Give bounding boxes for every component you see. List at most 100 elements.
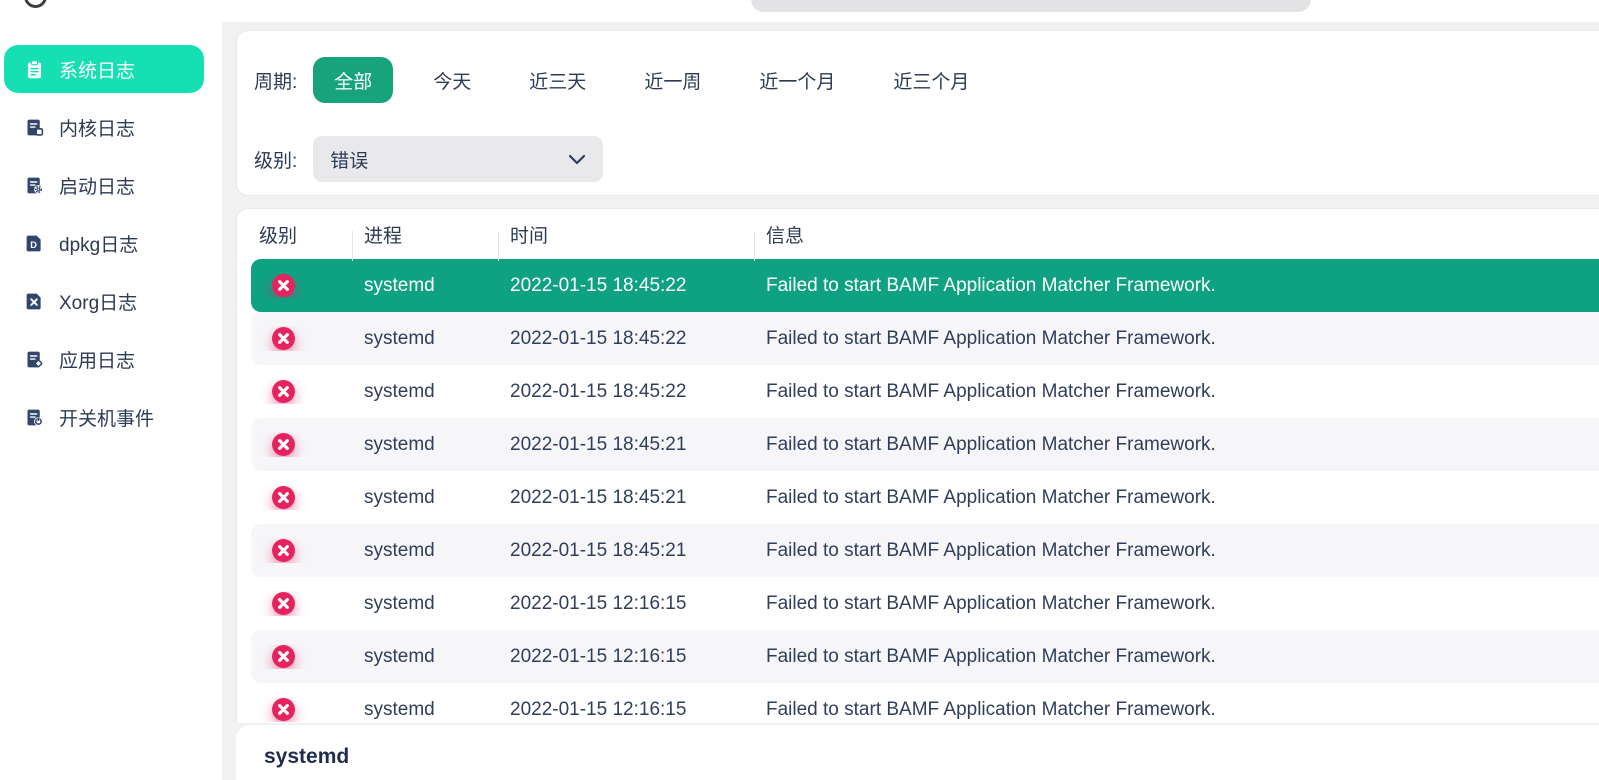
error-x-circle-icon [272,380,295,403]
row-level-cell [251,432,352,457]
level-label: 级别: [254,150,298,172]
error-x-circle-icon [272,645,295,668]
svg-text:D: D [30,240,37,250]
main-content: 周期: 全部 今天 近三天 近一周 近一个月 近三个月 级别: 错误 级别 进程… [236,0,1599,780]
column-header-process: 进程 [352,221,498,261]
sidebar-item-xorg-log[interactable]: Xorg日志 [4,277,204,325]
row-level-cell [251,273,352,298]
sidebar-item-power-events[interactable]: 开关机事件 [4,393,204,441]
error-x-circle-icon [272,486,295,509]
sidebar-item-dpkg-log[interactable]: D dpkg日志 [4,219,204,267]
row-time-cell: 2022-01-15 12:16:15 [510,592,687,614]
kernel-log-icon [27,119,44,136]
power-event-icon [27,409,43,426]
row-level-cell [251,379,352,404]
log-table-row[interactable]: systemd 2022-01-15 12:16:15 Failed to st… [251,577,1599,630]
column-header-message: 信息 [754,221,1599,261]
search-input[interactable] [751,0,1311,12]
row-process-cell: systemd [364,380,435,402]
row-time-cell: 2022-01-15 18:45:22 [510,274,687,296]
row-message-cell: Failed to start BAMF Application Matcher… [766,327,1216,349]
detail-process-name: systemd [264,745,350,768]
row-process-cell: systemd [364,274,435,296]
filter-panel: 周期: 全部 今天 近三天 近一周 近一个月 近三个月 级别: 错误 [236,30,1599,196]
detail-panel: systemd [236,725,1599,780]
period-3days-button[interactable]: 近三天 [529,67,586,94]
column-header-level: 级别 [259,225,298,247]
boot-log-icon [27,177,43,194]
xorg-log-icon [26,293,41,309]
period-1week-button[interactable]: 近一周 [644,67,701,94]
titlebar [0,0,1599,22]
chevron-down-icon [569,154,586,164]
log-table-row[interactable]: systemd 2022-01-15 18:45:21 Failed to st… [251,418,1599,471]
column-header-time: 时间 [498,221,754,261]
row-time-cell: 2022-01-15 18:45:21 [510,486,687,508]
row-time-cell: 2022-01-15 18:45:22 [510,380,687,402]
row-time-cell: 2022-01-15 18:45:21 [510,539,687,561]
row-time-cell: 2022-01-15 18:45:21 [510,433,687,455]
app-log-icon [27,351,43,367]
log-table: 级别 进程 时间 信息 systemd 2022-01-15 18:45:22 … [236,208,1599,723]
row-message-cell: Failed to start BAMF Application Matcher… [766,380,1216,402]
sidebar-item-boot-log[interactable]: 启动日志 [4,161,204,209]
row-message-cell: Failed to start BAMF Application Matcher… [766,645,1216,667]
sidebar-item-app-log[interactable]: 应用日志 [4,335,204,383]
sidebar-item-system-log[interactable]: 系统日志 [4,45,204,93]
level-dropdown[interactable]: 错误 [313,136,604,182]
error-x-circle-icon [272,274,295,297]
error-x-circle-icon [272,327,295,350]
row-message-cell: Failed to start BAMF Application Matcher… [766,486,1216,508]
level-dropdown-value: 错误 [330,150,369,172]
period-filter-row: 周期: 全部 今天 近三天 近一周 近一个月 近三个月 [254,57,998,103]
log-table-row[interactable]: systemd 2022-01-15 12:16:15 Failed to st… [251,630,1599,683]
error-x-circle-icon [272,433,295,456]
sidebar: 系统日志 内核日志 启动日志 D dpkg日志 Xorg日志 应用日志 开关机事… [0,22,222,780]
period-3months-button[interactable]: 近三个月 [893,67,969,94]
table-header: 级别 进程 时间 信息 [237,209,1599,261]
level-filter-row: 级别: 错误 [254,136,604,182]
sidebar-item-label: 启动日志 [59,176,136,198]
row-message-cell: Failed to start BAMF Application Matcher… [766,433,1216,455]
error-x-circle-icon [272,539,295,562]
log-table-row[interactable]: systemd 2022-01-15 18:45:22 Failed to st… [251,312,1599,365]
sidebar-item-label: dpkg日志 [59,234,139,256]
dpkg-log-icon: D [26,235,41,251]
row-message-cell: Failed to start BAMF Application Matcher… [766,592,1216,614]
sidebar-item-label: 系统日志 [59,60,136,82]
sidebar-item-label: 内核日志 [59,118,136,140]
row-process-cell: systemd [364,698,435,720]
system-log-icon [27,59,42,78]
row-process-cell: systemd [364,486,435,508]
error-x-circle-icon [272,592,295,615]
error-x-circle-icon [272,698,295,721]
log-table-row[interactable]: systemd 2022-01-15 18:45:21 Failed to st… [251,524,1599,577]
sidebar-item-label: 应用日志 [59,350,136,372]
row-process-cell: systemd [364,592,435,614]
row-time-cell: 2022-01-15 18:45:22 [510,327,687,349]
period-all-button[interactable]: 全部 [313,57,394,103]
row-level-cell [251,485,352,510]
row-time-cell: 2022-01-15 12:16:15 [510,698,687,720]
row-level-cell [251,326,352,351]
window-option-icon[interactable] [24,0,47,8]
log-table-row[interactable]: systemd 2022-01-15 18:45:21 Failed to st… [251,471,1599,524]
row-message-cell: Failed to start BAMF Application Matcher… [766,274,1216,296]
log-table-row[interactable]: systemd 2022-01-15 18:45:22 Failed to st… [251,365,1599,418]
period-today-button[interactable]: 今天 [433,67,471,94]
log-table-row[interactable]: systemd 2022-01-15 12:16:15 Failed to st… [251,683,1599,723]
sidebar-item-label: Xorg日志 [59,292,138,314]
row-message-cell: Failed to start BAMF Application Matcher… [766,539,1216,561]
row-time-cell: 2022-01-15 12:16:15 [510,645,687,667]
period-1month-button[interactable]: 近一个月 [759,67,835,94]
row-process-cell: systemd [364,433,435,455]
row-level-cell [251,538,352,563]
row-level-cell [251,591,352,616]
row-level-cell [251,644,352,669]
row-level-cell [251,697,352,722]
row-message-cell: Failed to start BAMF Application Matcher… [766,698,1216,720]
row-process-cell: systemd [364,539,435,561]
sidebar-item-kernel-log[interactable]: 内核日志 [4,103,204,151]
log-table-row[interactable]: systemd 2022-01-15 18:45:22 Failed to st… [251,259,1599,312]
period-label: 周期: [254,71,298,93]
